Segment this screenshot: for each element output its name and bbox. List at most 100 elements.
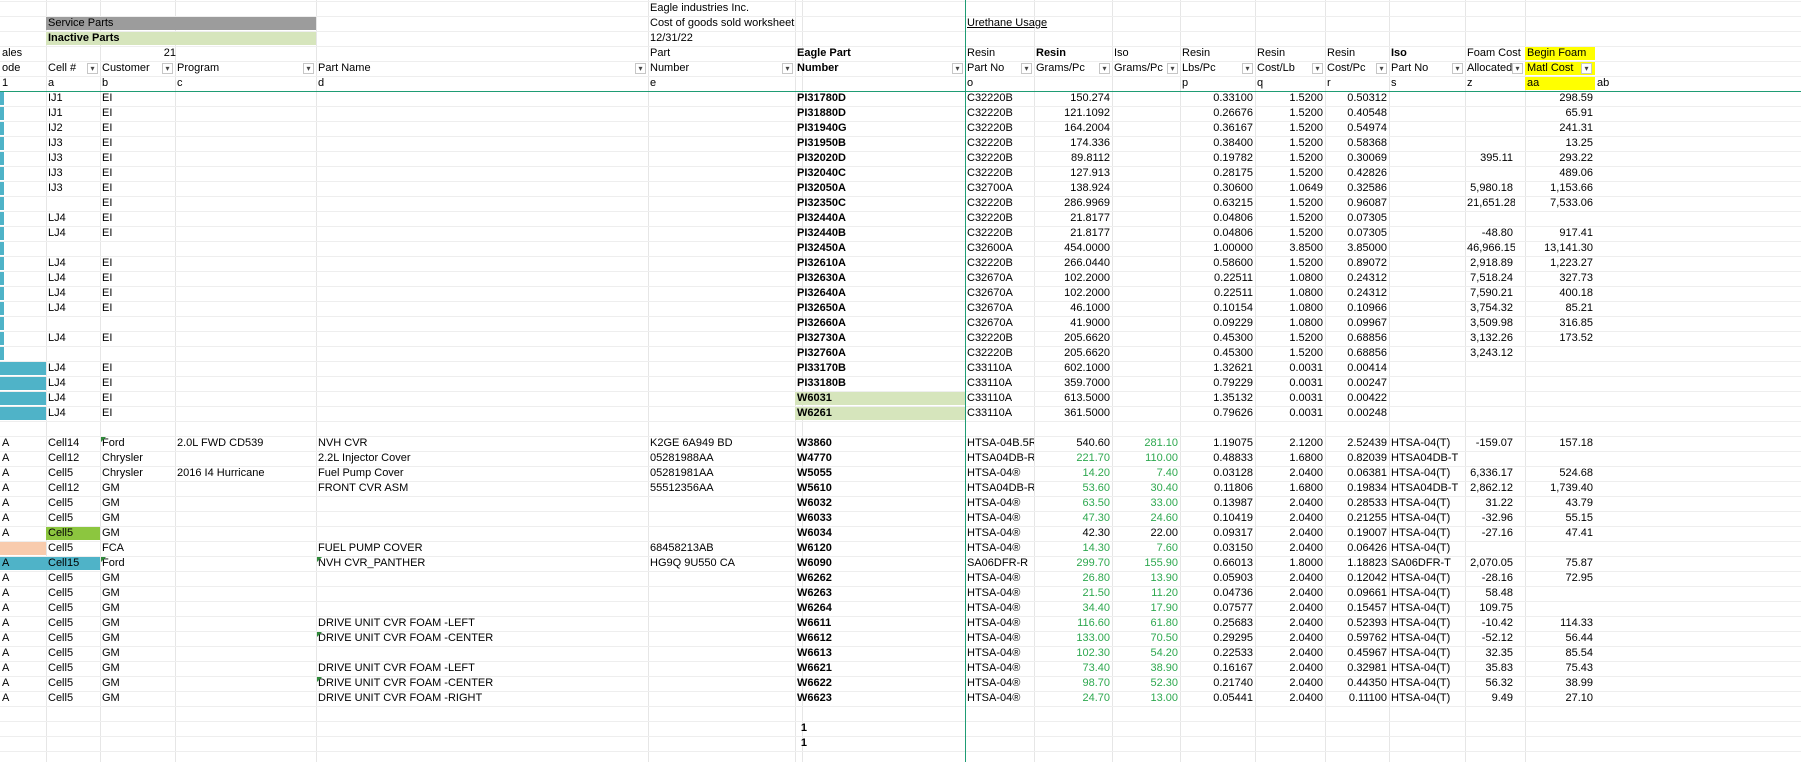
part-number[interactable]: 05281981AA — [648, 467, 795, 480]
resin-cost-lb[interactable]: 0.0031 — [1255, 362, 1325, 375]
eagle-part-number[interactable]: W6613 — [795, 647, 965, 660]
iso-grams[interactable]: 155.90 — [1112, 557, 1180, 570]
resin-cost-pc[interactable]: 0.50312 — [1325, 92, 1389, 105]
filter-dropdown-icon[interactable]: ▾ — [87, 63, 98, 74]
resin-lbs[interactable]: 0.11806 — [1180, 482, 1255, 495]
cell-number[interactable]: Cell5 — [46, 617, 100, 630]
part-number[interactable] — [648, 662, 795, 675]
filter-dropdown-icon[interactable]: ▾ — [1021, 63, 1032, 74]
cell-number[interactable]: LJ4 — [46, 407, 100, 420]
resin-part-no[interactable]: HTSA-04® — [965, 527, 1034, 540]
begin-foam-matl-cost[interactable] — [1525, 587, 1595, 600]
begin-foam-matl-cost[interactable]: 72.95 — [1525, 572, 1595, 585]
sales-code[interactable]: A — [0, 572, 46, 585]
resin-cost-pc[interactable]: 0.28533 — [1325, 497, 1389, 510]
foam-cost-allocated[interactable]: -32.96 — [1465, 512, 1515, 525]
resin-part-no[interactable]: C32600A — [965, 242, 1034, 255]
service-parts-label[interactable]: Service Parts — [46, 17, 316, 30]
resin-part-no[interactable]: HTSA04DB-R — [965, 452, 1034, 465]
cell-number[interactable]: LJ4 — [46, 287, 100, 300]
iso-grams[interactable]: 52.30 — [1112, 677, 1180, 690]
header-code[interactable]: ode — [0, 62, 46, 75]
sales-code[interactable]: A — [0, 482, 46, 495]
foam-cost-allocated[interactable]: 3,754.32 — [1465, 302, 1515, 315]
resin-lbs[interactable]: 1.35132 — [1180, 392, 1255, 405]
column-code-c0[interactable]: 1 — [0, 77, 46, 90]
part-name[interactable]: FUEL PUMP COVER — [316, 542, 648, 555]
iso-part-no[interactable]: HTSA-04(T) — [1389, 602, 1465, 615]
resin-part-no[interactable]: C33110A — [965, 392, 1034, 405]
eagle-part-number[interactable]: W6120 — [795, 542, 965, 555]
part-name[interactable]: DRIVE UNIT CVR FOAM -LEFT — [316, 662, 648, 675]
row-code-cell[interactable] — [0, 362, 46, 375]
filter-dropdown-icon[interactable]: ▾ — [1452, 63, 1463, 74]
cell-number[interactable]: Cell5 — [46, 602, 100, 615]
resin-lbs[interactable]: 0.09317 — [1180, 527, 1255, 540]
foam-cost-allocated[interactable]: 21,651.28 — [1465, 197, 1515, 210]
resin-cost-pc[interactable]: 0.68856 — [1325, 347, 1389, 360]
part-name[interactable] — [316, 512, 648, 525]
resin-grams[interactable]: 73.40 — [1034, 662, 1112, 675]
resin-grams[interactable]: 102.2000 — [1034, 287, 1112, 300]
begin-foam-matl-cost[interactable]: 524.68 — [1525, 467, 1595, 480]
worksheet-date[interactable]: 12/31/22 — [648, 32, 965, 45]
foam-cost-allocated[interactable] — [1465, 377, 1515, 390]
resin-lbs[interactable]: 0.48833 — [1180, 452, 1255, 465]
row-marker[interactable] — [0, 137, 4, 150]
iso-grams[interactable]: 11.20 — [1112, 587, 1180, 600]
sales-code[interactable]: A — [0, 437, 46, 450]
resin-cost-pc[interactable]: 0.52393 — [1325, 617, 1389, 630]
cell-number[interactable]: Cell12 — [46, 452, 100, 465]
resin-part-no[interactable]: C32700A — [965, 182, 1034, 195]
iso-grams[interactable]: 13.90 — [1112, 572, 1180, 585]
program[interactable]: 2016 I4 Hurricane — [175, 467, 316, 480]
begin-foam-matl-cost[interactable]: 241.31 — [1525, 122, 1595, 135]
resin-lbs[interactable]: 0.30600 — [1180, 182, 1255, 195]
foam-cost-allocated[interactable]: 7,590.21 — [1465, 287, 1515, 300]
resin-part-no[interactable]: HTSA-04® — [965, 602, 1034, 615]
resin-grams[interactable]: 266.0440 — [1034, 257, 1112, 270]
eagle-part-number[interactable]: W6262 — [795, 572, 965, 585]
resin-cost-pc[interactable]: 0.44350 — [1325, 677, 1389, 690]
header-iso-part[interactable]: Iso — [1389, 47, 1465, 60]
resin-cost-lb[interactable]: 2.0400 — [1255, 647, 1325, 660]
iso-part-no[interactable]: HTSA-04(T) — [1389, 527, 1465, 540]
eagle-part-number[interactable]: PI31780D — [795, 92, 965, 105]
header-resin-costpc[interactable]: Resin — [1325, 47, 1389, 60]
resin-lbs[interactable]: 0.04806 — [1180, 212, 1255, 225]
resin-lbs[interactable]: 1.19075 — [1180, 437, 1255, 450]
row-marker[interactable] — [0, 317, 4, 330]
sales-code[interactable]: A — [0, 677, 46, 690]
row-marker[interactable] — [0, 182, 4, 195]
row-marker[interactable] — [0, 227, 4, 240]
row-marker[interactable] — [0, 167, 4, 180]
part-number[interactable]: K2GE 6A949 BD — [648, 437, 795, 450]
row-marker[interactable] — [0, 107, 4, 120]
customer[interactable]: Ford — [100, 557, 175, 570]
resin-grams[interactable]: 299.70 — [1034, 557, 1112, 570]
part-number[interactable] — [648, 512, 795, 525]
part-number[interactable] — [648, 497, 795, 510]
resin-grams[interactable]: 98.70 — [1034, 677, 1112, 690]
sales-code[interactable]: A — [0, 452, 46, 465]
eagle-part-number[interactable]: PI32350C — [795, 197, 965, 210]
cell-number[interactable]: Cell5 — [46, 512, 100, 525]
foam-cost-allocated[interactable] — [1465, 107, 1515, 120]
resin-cost-lb[interactable]: 0.0031 — [1255, 392, 1325, 405]
sales-code[interactable]: A — [0, 467, 46, 480]
resin-cost-lb[interactable]: 2.0400 — [1255, 617, 1325, 630]
resin-cost-lb[interactable]: 2.0400 — [1255, 692, 1325, 705]
part-name[interactable] — [316, 647, 648, 660]
foam-cost-allocated[interactable]: 2,862.12 — [1465, 482, 1515, 495]
begin-foam-matl-cost[interactable]: 43.79 — [1525, 497, 1595, 510]
cell-number[interactable]: Cell12 — [46, 482, 100, 495]
column-code-c15[interactable]: aa — [1525, 77, 1595, 90]
resin-part-no[interactable]: C32220B — [965, 227, 1034, 240]
begin-foam-matl-cost[interactable]: 1,739.40 — [1525, 482, 1595, 495]
begin-foam-matl-cost[interactable]: 75.87 — [1525, 557, 1595, 570]
resin-grams[interactable]: 127.913 — [1034, 167, 1112, 180]
program[interactable] — [175, 677, 316, 690]
eagle-part-number[interactable]: W6621 — [795, 662, 965, 675]
iso-part-no[interactable]: HTSA-04(T) — [1389, 632, 1465, 645]
eagle-part-number[interactable]: PI31880D — [795, 107, 965, 120]
